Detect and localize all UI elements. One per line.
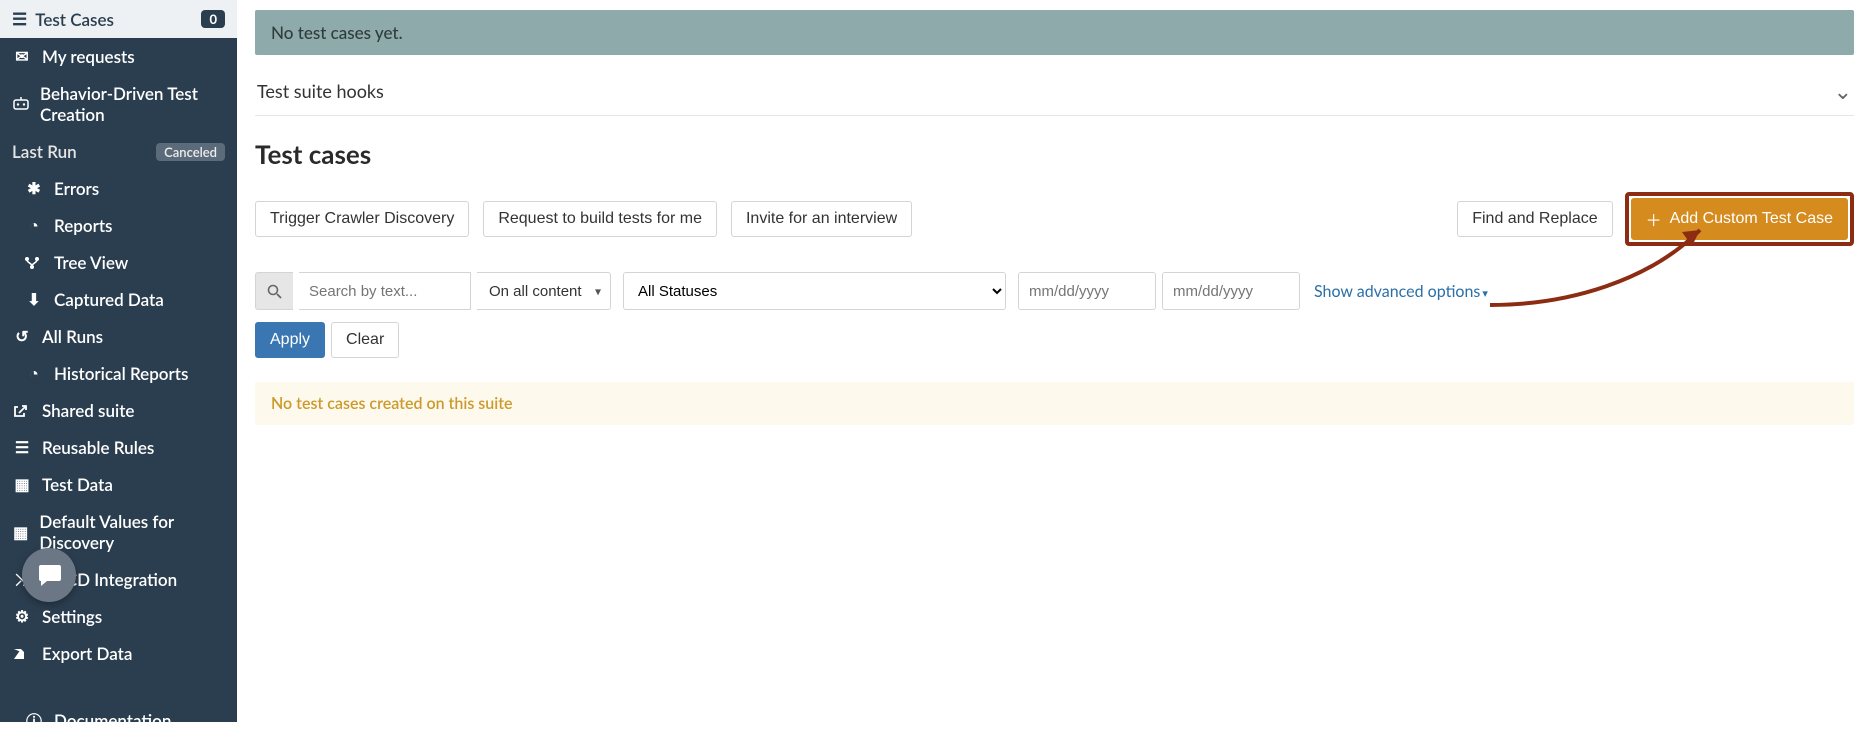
clear-button[interactable]: Clear: [331, 322, 399, 358]
bug-icon: ✱: [24, 179, 44, 198]
chevron-down-icon: ⌄: [1834, 77, 1852, 105]
show-advanced-link[interactable]: Show advanced options▾: [1314, 282, 1488, 301]
export-icon: [12, 647, 32, 661]
last-run-label: Last Run: [12, 141, 77, 162]
apply-button[interactable]: Apply: [255, 322, 325, 358]
find-replace-button[interactable]: Find and Replace: [1457, 201, 1612, 237]
sidebar-item-captured-data[interactable]: ⬇ Captured Data: [0, 281, 237, 318]
envelope-icon: ✉: [12, 47, 32, 66]
last-run-status-badge: Canceled: [156, 143, 225, 161]
filter-row: On all content All Statuses Show advance…: [255, 272, 1854, 310]
sidebar-item-test-cases[interactable]: ☰ Test Cases 0: [0, 0, 237, 38]
tree-icon: [24, 256, 44, 270]
sidebar-last-run-row: Last Run Canceled: [0, 133, 237, 170]
add-custom-test-case-button[interactable]: ＋ Add Custom Test Case: [1631, 198, 1848, 240]
content-scope-select[interactable]: On all content: [477, 272, 611, 310]
plus-icon: ＋: [1646, 207, 1662, 231]
pie-chart-icon: ◔: [24, 364, 44, 384]
gear-icon: ⚙: [12, 607, 32, 626]
test-case-toolbar: Trigger Crawler Discovery Request to bui…: [255, 192, 1854, 246]
date-from-input[interactable]: [1018, 272, 1156, 310]
history-icon: ↺: [12, 327, 32, 346]
sidebar-item-my-requests[interactable]: ✉ My requests: [0, 38, 237, 75]
request-build-button[interactable]: Request to build tests for me: [483, 201, 717, 237]
sidebar-item-historical-reports[interactable]: ◔ Historical Reports: [0, 355, 237, 392]
date-to-input[interactable]: [1162, 272, 1300, 310]
table-icon: ▦: [12, 475, 32, 494]
caret-down-icon: ▾: [1482, 287, 1488, 300]
sidebar-item-export[interactable]: Export Data: [0, 635, 237, 672]
filter-action-row: Apply Clear: [255, 322, 1854, 358]
sidebar-item-shared-suite[interactable]: Shared suite: [0, 392, 237, 429]
test-suite-hooks-row[interactable]: Test suite hooks ⌄: [255, 71, 1854, 116]
sidebar-item-errors[interactable]: ✱ Errors: [0, 170, 237, 207]
test-cases-count-badge: 0: [201, 10, 225, 28]
status-select[interactable]: All Statuses: [623, 272, 1006, 310]
list-icon: ☰: [12, 438, 32, 457]
no-tests-banner: No test cases yet.: [255, 10, 1854, 55]
section-title-test-cases: Test cases: [255, 138, 1854, 170]
add-custom-highlight: ＋ Add Custom Test Case: [1625, 192, 1854, 246]
share-icon: [12, 404, 32, 418]
info-icon: ⓘ: [24, 708, 44, 732]
sidebar-item-tree-view[interactable]: Tree View: [0, 244, 237, 281]
sidebar-item-reports[interactable]: ◔ Reports: [0, 207, 237, 244]
robot-icon: [12, 97, 30, 111]
search-input[interactable]: [299, 272, 471, 310]
sidebar-item-test-data[interactable]: ▦ Test Data: [0, 466, 237, 503]
sidebar-test-cases-label: Test Cases: [35, 9, 114, 30]
sidebar-item-reusable-rules[interactable]: ☰ Reusable Rules: [0, 429, 237, 466]
sidebar-item-documentation[interactable]: ⓘ Documentation: [0, 700, 237, 740]
search-icon: [255, 272, 293, 310]
sidebar-item-settings[interactable]: ⚙ Settings: [0, 598, 237, 635]
invite-interview-button[interactable]: Invite for an interview: [731, 201, 912, 237]
trigger-crawler-button[interactable]: Trigger Crawler Discovery: [255, 201, 469, 237]
chat-widget[interactable]: [22, 548, 76, 602]
chat-icon: [35, 562, 63, 588]
sidebar-item-bdtc[interactable]: Behavior-Driven Test Creation: [0, 75, 237, 133]
sidebar: ☰ Test Cases 0 ✉ My requests Behavior-Dr…: [0, 0, 237, 722]
sidebar-item-all-runs[interactable]: ↺ All Runs: [0, 318, 237, 355]
hooks-title: Test suite hooks: [257, 80, 384, 102]
empty-suite-message: No test cases created on this suite: [255, 382, 1854, 425]
download-icon: ⬇: [24, 290, 44, 309]
main-content: No test cases yet. Test suite hooks ⌄ Te…: [237, 0, 1870, 722]
pie-chart-icon: ◔: [24, 216, 44, 236]
table-icon: ▦: [12, 523, 29, 542]
